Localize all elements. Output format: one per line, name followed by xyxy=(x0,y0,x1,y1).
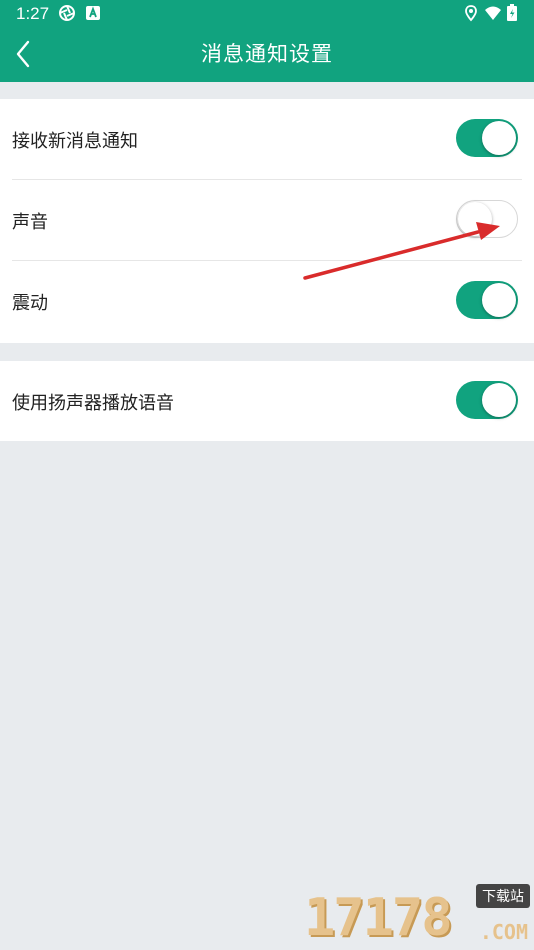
toggle-knob xyxy=(458,202,492,236)
wifi-icon xyxy=(485,6,501,20)
toggle-knob xyxy=(482,283,516,317)
status-time: 1:27 xyxy=(16,4,50,23)
vibrate-toggle[interactable] xyxy=(456,281,518,319)
toggle-knob xyxy=(482,383,516,417)
new-message-toggle[interactable] xyxy=(456,119,518,157)
toggle-knob xyxy=(482,121,516,155)
a-box-icon xyxy=(86,6,100,20)
sound-toggle[interactable] xyxy=(456,200,518,238)
setting-label: 声音 xyxy=(12,212,48,233)
watermark-logo: 17178 下载站 .COM xyxy=(304,884,530,948)
watermark-domain: .COM xyxy=(479,920,528,944)
status-bar: 1:27 xyxy=(0,0,534,28)
page-title: 消息通知设置 xyxy=(201,42,333,66)
setting-row-sound: 声音 xyxy=(0,180,534,261)
setting-label: 接收新消息通知 xyxy=(12,131,138,152)
battery-icon xyxy=(507,4,517,21)
watermark-tag: 下载站 xyxy=(476,884,530,908)
speaker-toggle[interactable] xyxy=(456,381,518,419)
aperture-icon xyxy=(59,5,75,21)
setting-label: 震动 xyxy=(12,293,48,314)
setting-row-new-message: 接收新消息通知 xyxy=(0,99,534,180)
settings-group-notifications: 接收新消息通知 声音 震动 xyxy=(0,99,534,343)
setting-row-vibrate: 震动 xyxy=(0,261,534,342)
watermark-number: 17178 xyxy=(304,888,453,948)
app-header: 1:27 消息通知设置 xyxy=(0,0,534,82)
settings-group-speaker: 使用扬声器播放语音 xyxy=(0,361,534,441)
setting-row-speaker: 使用扬声器播放语音 xyxy=(0,361,534,442)
setting-label: 使用扬声器播放语音 xyxy=(12,393,174,414)
location-pin-icon xyxy=(465,5,477,22)
